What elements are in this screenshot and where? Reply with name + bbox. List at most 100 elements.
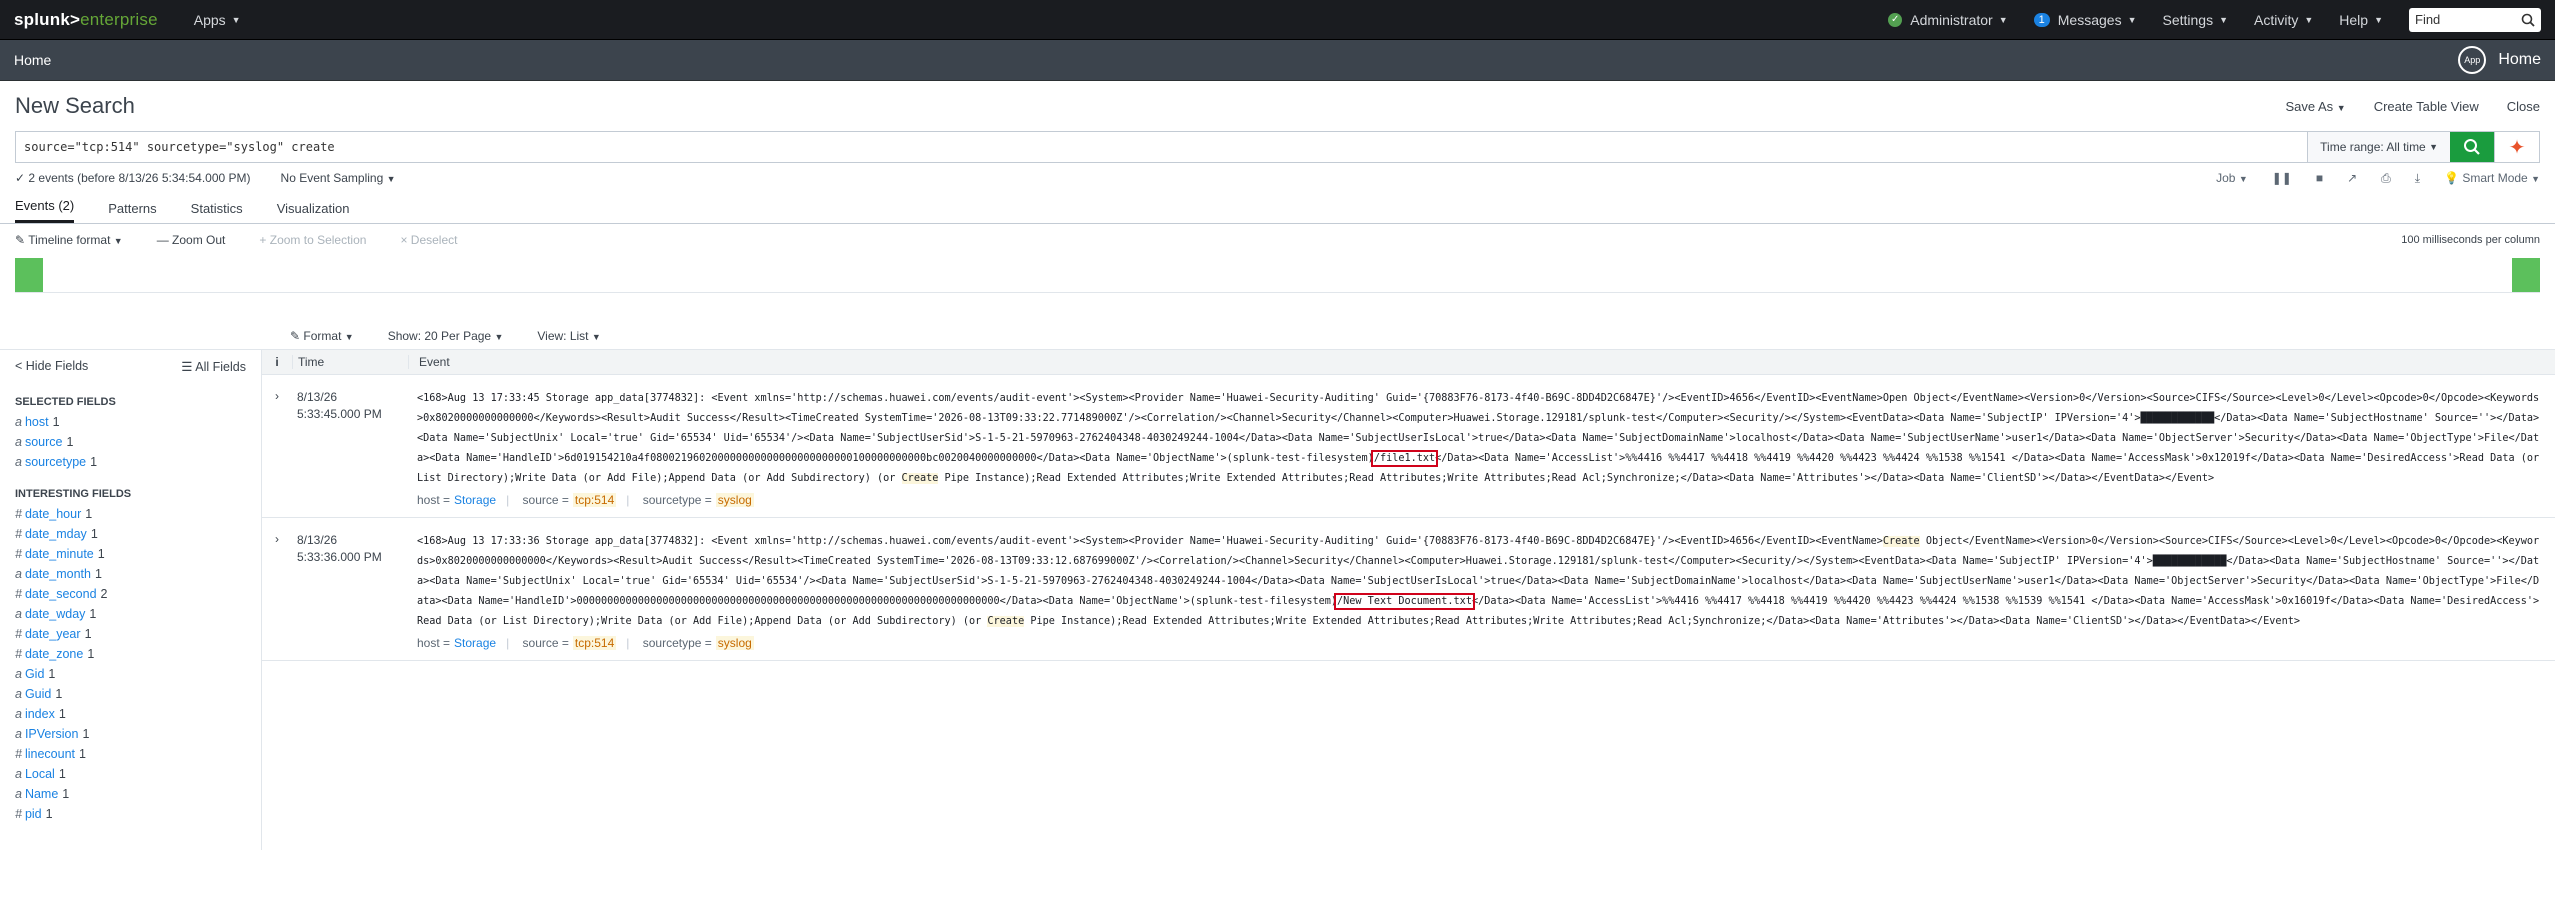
stop-icon[interactable]: ■ bbox=[2316, 171, 2323, 185]
tab-statistics[interactable]: Statistics bbox=[191, 201, 243, 223]
timeline-bar[interactable] bbox=[2512, 258, 2540, 292]
sidebar-field-item[interactable]: # date_year 1 bbox=[15, 624, 246, 644]
field-host-value[interactable]: Storage bbox=[454, 493, 496, 507]
field-name[interactable]: IPVersion bbox=[25, 727, 79, 741]
share-icon[interactable]: ↗ bbox=[2347, 171, 2357, 185]
timeline-chart[interactable] bbox=[15, 256, 2540, 293]
sidebar-field-item[interactable]: a sourcetype 1 bbox=[15, 452, 246, 472]
sidebar-field-item[interactable]: a Local 1 bbox=[15, 764, 246, 784]
print-icon[interactable]: ⎙ bbox=[2381, 171, 2391, 186]
ai-assistant-button[interactable]: ✦ bbox=[2494, 132, 2539, 162]
timeline-bar[interactable] bbox=[15, 258, 43, 292]
format-menu[interactable]: ✎ Format ▼ bbox=[290, 329, 354, 343]
tab-events[interactable]: Events (2) bbox=[15, 198, 75, 223]
sidebar-field-item[interactable]: a date_wday 1 bbox=[15, 604, 246, 624]
col-time[interactable]: Time bbox=[292, 355, 408, 369]
field-type-icon: a bbox=[15, 667, 22, 681]
field-sourcetype-value[interactable]: syslog bbox=[715, 493, 754, 507]
deselect-button[interactable]: × Deselect bbox=[400, 233, 457, 247]
field-name[interactable]: host bbox=[25, 415, 49, 429]
event-raw[interactable]: <168>Aug 13 17:33:36 Storage app_data[37… bbox=[417, 532, 2545, 632]
create-table-view-button[interactable]: Create Table View bbox=[2374, 99, 2479, 114]
sidebar-field-item[interactable]: a host 1 bbox=[15, 412, 246, 432]
sidebar-field-item[interactable]: a IPVersion 1 bbox=[15, 724, 246, 744]
field-name[interactable]: Name bbox=[25, 787, 58, 801]
field-name[interactable]: date_second bbox=[25, 587, 97, 601]
field-host-value[interactable]: Storage bbox=[454, 636, 496, 650]
field-name[interactable]: linecount bbox=[25, 747, 75, 761]
field-name[interactable]: date_wday bbox=[25, 607, 85, 621]
zoom-to-selection-button[interactable]: + Zoom to Selection bbox=[259, 233, 366, 247]
home-link[interactable]: Home bbox=[14, 52, 51, 68]
administrator-menu[interactable]: Administrator ▼ bbox=[1910, 12, 2007, 28]
field-name[interactable]: date_minute bbox=[25, 547, 94, 561]
field-name[interactable]: source bbox=[25, 435, 63, 449]
find-input[interactable]: Find bbox=[2409, 7, 2541, 32]
messages-menu[interactable]: 1 Messages ▼ bbox=[2033, 12, 2137, 28]
tab-visualization[interactable]: Visualization bbox=[277, 201, 350, 223]
search-input[interactable] bbox=[16, 132, 2308, 162]
field-type-icon: a bbox=[15, 687, 22, 701]
app-name[interactable]: Home bbox=[2498, 51, 2541, 69]
per-page-menu[interactable]: Show: 20 Per Page ▼ bbox=[388, 329, 504, 343]
field-name[interactable]: pid bbox=[25, 807, 42, 821]
sidebar-field-item[interactable]: # pid 1 bbox=[15, 804, 246, 824]
sidebar-field-item[interactable]: # date_zone 1 bbox=[15, 644, 246, 664]
field-name[interactable]: date_zone bbox=[25, 647, 83, 661]
activity-menu[interactable]: Activity ▼ bbox=[2254, 12, 2313, 28]
field-count: 1 bbox=[45, 807, 53, 821]
field-source-value[interactable]: tcp:514 bbox=[572, 636, 617, 650]
field-name[interactable]: date_mday bbox=[25, 527, 87, 541]
settings-menu[interactable]: Settings ▼ bbox=[2163, 12, 2229, 28]
field-name[interactable]: Guid bbox=[25, 687, 51, 701]
tab-patterns[interactable]: Patterns bbox=[108, 201, 156, 223]
sidebar-field-item[interactable]: a index 1 bbox=[15, 704, 246, 724]
field-name[interactable]: Local bbox=[25, 767, 55, 781]
all-fields-button[interactable]: ☰ All Fields bbox=[181, 359, 246, 374]
field-source-value[interactable]: tcp:514 bbox=[572, 493, 617, 507]
sidebar-field-item[interactable]: a Name 1 bbox=[15, 784, 246, 804]
event-sampling-menu[interactable]: No Event Sampling ▼ bbox=[281, 171, 396, 185]
sidebar-field-item[interactable]: # date_hour 1 bbox=[15, 504, 246, 524]
field-name[interactable]: index bbox=[25, 707, 55, 721]
zoom-out-button[interactable]: — Zoom Out bbox=[157, 233, 226, 247]
field-name[interactable]: Gid bbox=[25, 667, 44, 681]
search-icon[interactable] bbox=[2521, 13, 2535, 27]
timeline-format-menu[interactable]: ✎ Timeline format ▼ bbox=[15, 233, 123, 247]
field-type-icon: a bbox=[15, 455, 22, 469]
sidebar-field-item[interactable]: # date_mday 1 bbox=[15, 524, 246, 544]
field-count: 1 bbox=[58, 707, 66, 721]
sidebar-field-item[interactable]: a Gid 1 bbox=[15, 664, 246, 684]
sidebar-field-item[interactable]: # date_second 2 bbox=[15, 584, 246, 604]
event-raw[interactable]: <168>Aug 13 17:33:45 Storage app_data[37… bbox=[417, 389, 2545, 489]
sidebar-field-item[interactable]: a date_month 1 bbox=[15, 564, 246, 584]
sidebar-field-item[interactable]: # linecount 1 bbox=[15, 744, 246, 764]
help-menu[interactable]: Help ▼ bbox=[2339, 12, 2383, 28]
field-sourcetype-value[interactable]: syslog bbox=[715, 636, 754, 650]
field-count: 2 bbox=[100, 587, 108, 601]
pause-icon[interactable]: ❚❚ bbox=[2272, 171, 2292, 185]
save-as-button[interactable]: Save As ▼ bbox=[2285, 99, 2345, 114]
sidebar-field-item[interactable]: # date_minute 1 bbox=[15, 544, 246, 564]
splunk-logo[interactable]: splunk>enterprise bbox=[14, 10, 158, 30]
view-menu[interactable]: View: List ▼ bbox=[537, 329, 600, 343]
expand-chevron-icon[interactable]: › bbox=[262, 389, 292, 507]
health-ok-icon[interactable]: ✓ bbox=[1888, 12, 1903, 27]
field-name[interactable]: sourcetype bbox=[25, 455, 86, 469]
search-button[interactable] bbox=[2450, 132, 2494, 162]
field-name[interactable]: date_month bbox=[25, 567, 91, 581]
smart-mode-menu[interactable]: 💡 Smart Mode ▼ bbox=[2444, 171, 2540, 185]
sidebar-field-item[interactable]: a source 1 bbox=[15, 432, 246, 452]
hide-fields-button[interactable]: < Hide Fields bbox=[15, 359, 88, 373]
field-type-icon: a bbox=[15, 727, 22, 741]
job-menu[interactable]: Job ▼ bbox=[2216, 171, 2248, 185]
apps-menu[interactable]: Apps ▼ bbox=[194, 12, 241, 28]
field-name[interactable]: date_year bbox=[25, 627, 81, 641]
export-icon[interactable]: ⤓ bbox=[2415, 171, 2420, 186]
time-range-picker[interactable]: Time range: All time ▼ bbox=[2307, 132, 2450, 162]
close-button[interactable]: Close bbox=[2507, 99, 2540, 114]
sidebar-field-item[interactable]: a Guid 1 bbox=[15, 684, 246, 704]
field-name[interactable]: date_hour bbox=[25, 507, 81, 521]
app-icon[interactable]: App bbox=[2458, 46, 2487, 74]
expand-chevron-icon[interactable]: › bbox=[262, 532, 292, 650]
